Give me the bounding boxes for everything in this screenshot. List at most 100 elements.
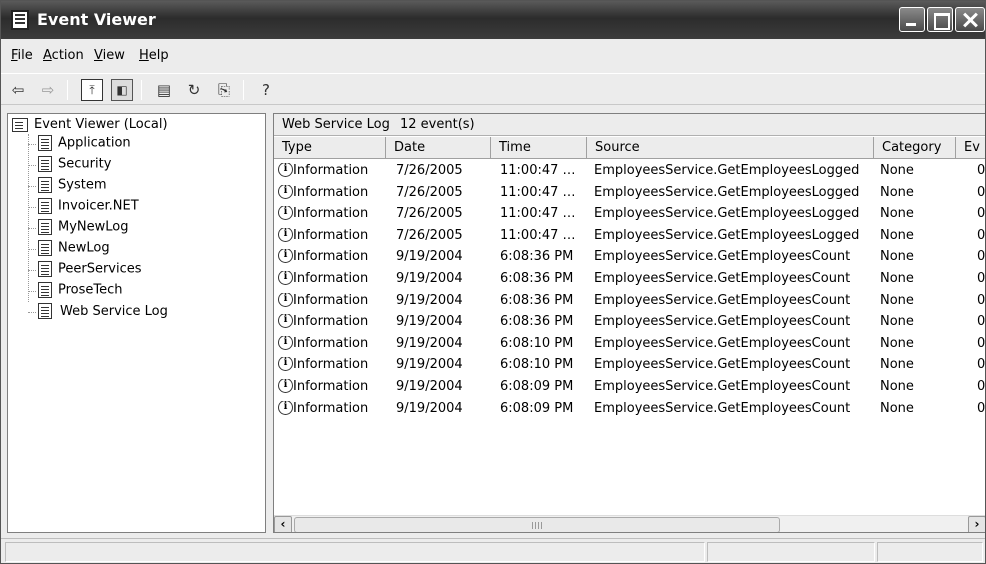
tree-item-mynewlog[interactable]: MyNewLog	[38, 219, 128, 239]
cell-event: 0	[977, 292, 986, 308]
show-hide-tree-icon[interactable]: ◧	[111, 79, 133, 101]
cell-event: 0	[977, 335, 986, 351]
status-bar	[1, 538, 985, 563]
cell-type-label: Information	[293, 379, 369, 394]
table-row[interactable]: i Information 7/26/2005 11:00:47 … Employees…	[274, 225, 986, 247]
event-log-icon	[38, 177, 52, 193]
toolbar-separator	[141, 80, 142, 100]
up-folder-icon[interactable]: ⤒	[81, 79, 103, 101]
menu-view[interactable]: View	[94, 48, 125, 63]
scroll-left-icon[interactable]: ‹	[274, 516, 292, 532]
information-icon: i	[278, 335, 293, 350]
scroll-right-icon[interactable]: ›	[968, 516, 985, 532]
list-title-bar: Web Service Log 12 event(s)	[274, 114, 985, 136]
tree-item-peerservices[interactable]: PeerServices	[38, 261, 142, 281]
tree-item-security[interactable]: Security	[38, 156, 111, 176]
menu-help[interactable]: Help	[139, 48, 169, 63]
status-panel-main	[5, 542, 705, 562]
back-arrow-icon[interactable]: ⇦	[7, 79, 29, 101]
event-log-icon	[38, 240, 52, 256]
cell-time: 6:08:36 PM	[500, 249, 574, 265]
minimize-button[interactable]	[899, 7, 925, 32]
column-header-type[interactable]: Type	[274, 137, 386, 159]
cell-time: 6:08:09 PM	[500, 379, 574, 394]
information-icon: i	[278, 292, 293, 307]
cell-time: 6:08:10 PM	[500, 357, 574, 373]
table-row[interactable]: i Information 9/19/2004 6:08:10 PM Employees…	[274, 333, 986, 355]
menu-file[interactable]: File	[11, 48, 33, 63]
cell-category: None	[880, 292, 914, 308]
cell-source: EmployeesService.GetEmployeesCount	[594, 314, 851, 330]
table-row[interactable]: i Information 9/19/2004 6:08:36 PM Employees…	[274, 311, 985, 333]
refresh-icon[interactable]: ↻	[183, 79, 205, 101]
tree-item-label: Security	[58, 156, 112, 172]
tree-item-invoicer-net[interactable]: Invoicer.NET	[38, 198, 139, 218]
cell-type: i Information	[278, 163, 368, 178]
column-header-source[interactable]: Source	[587, 137, 874, 159]
cell-time: 6:08:36 PM	[500, 271, 574, 286]
table-row[interactable]: i Information 7/26/2005 11:00:47 … Employees…	[274, 160, 986, 182]
cell-category: None	[880, 249, 914, 265]
title-bar[interactable]: Event Viewer	[1, 1, 985, 39]
information-icon: i	[278, 249, 293, 264]
cell-event: 0	[977, 379, 986, 394]
maximize-button[interactable]	[927, 7, 953, 32]
table-row[interactable]: i Information 7/26/2005 11:00:47 … Employees…	[274, 203, 985, 225]
cell-type-label: Information	[293, 357, 369, 373]
tree-item-system[interactable]: System	[38, 177, 106, 197]
cell-source: EmployeesService.GetEmployeesCount	[594, 400, 851, 416]
column-header-event[interactable]: Ev	[956, 137, 985, 159]
table-row[interactable]: i Information 9/19/2004 6:08:36 PM Employees…	[274, 268, 985, 290]
close-button[interactable]	[955, 7, 985, 32]
table-row[interactable]: i Information 9/19/2004 6:08:36 PM Employees…	[274, 246, 985, 268]
cell-date: 9/19/2004	[396, 271, 463, 286]
horizontal-scrollbar[interactable]: ‹ ›	[274, 515, 985, 532]
cell-source: EmployeesService.GetEmployeesCount	[594, 379, 851, 394]
tree-item-newlog[interactable]: NewLog	[38, 240, 110, 260]
scrollbar-thumb[interactable]	[294, 517, 780, 532]
tree-item-application[interactable]: Application	[38, 135, 131, 155]
tree-root-event-viewer-local[interactable]: Event Viewer (Local)	[12, 117, 168, 137]
cell-date: 7/26/2005	[396, 184, 463, 200]
table-row[interactable]: i Information 9/19/2004 6:08:10 PM Employees…	[274, 354, 985, 376]
console-tree[interactable]: Event Viewer (Local) Application Securit…	[7, 113, 266, 533]
export-list-icon[interactable]: ⎘	[213, 79, 235, 101]
table-row[interactable]: i Information 9/19/2004 6:08:09 PM Employees…	[274, 376, 986, 398]
tree-connector	[28, 186, 36, 187]
properties-icon[interactable]: ▤	[153, 79, 175, 101]
information-icon: i	[278, 379, 293, 393]
table-row[interactable]: i Information 9/19/2004 6:08:09 PM Employees…	[274, 398, 985, 420]
tree-item-label: ProseTech	[58, 282, 123, 298]
information-icon: i	[278, 227, 293, 242]
cell-type-label: Information	[293, 314, 369, 330]
table-row[interactable]: i Information 9/19/2004 6:08:36 PM Employees…	[274, 290, 986, 312]
event-viewer-app-icon	[11, 10, 29, 30]
cell-category: None	[880, 184, 914, 200]
column-header-category[interactable]: Category	[874, 137, 956, 159]
table-row[interactable]: i Information 7/26/2005 11:00:47 … Employees…	[274, 182, 985, 204]
cell-category: None	[880, 400, 914, 416]
cell-event: 0	[977, 163, 986, 178]
cell-source: EmployeesService.GetEmployeesCount	[594, 292, 851, 308]
cell-date: 9/19/2004	[396, 357, 463, 373]
forward-arrow-icon[interactable]: ⇨	[37, 79, 59, 101]
information-icon: i	[278, 400, 293, 415]
event-log-icon	[38, 135, 52, 151]
tree-item-web-service-log[interactable]: Web Service Log	[38, 303, 170, 323]
cell-event: 0	[977, 227, 986, 243]
column-header-date[interactable]: Date	[386, 137, 491, 159]
column-header-time[interactable]: Time	[491, 137, 587, 159]
cell-type: i Information	[278, 227, 368, 243]
help-icon[interactable]: ?	[255, 79, 277, 101]
menu-action[interactable]: Action	[43, 48, 84, 63]
tree-item-label: PeerServices	[58, 261, 142, 277]
log-name: Web Service Log	[282, 117, 390, 132]
cell-source: EmployeesService.GetEmployeesCount	[594, 249, 851, 265]
tree-connector	[28, 134, 29, 302]
tree-connector	[28, 165, 36, 166]
event-list-pane: Web Service Log 12 event(s) Type Date Ti…	[273, 113, 986, 533]
status-panel-2	[707, 542, 875, 562]
information-icon: i	[278, 314, 293, 329]
tree-item-prosetech[interactable]: ProseTech	[38, 282, 123, 302]
cell-type: i Information	[278, 400, 368, 416]
